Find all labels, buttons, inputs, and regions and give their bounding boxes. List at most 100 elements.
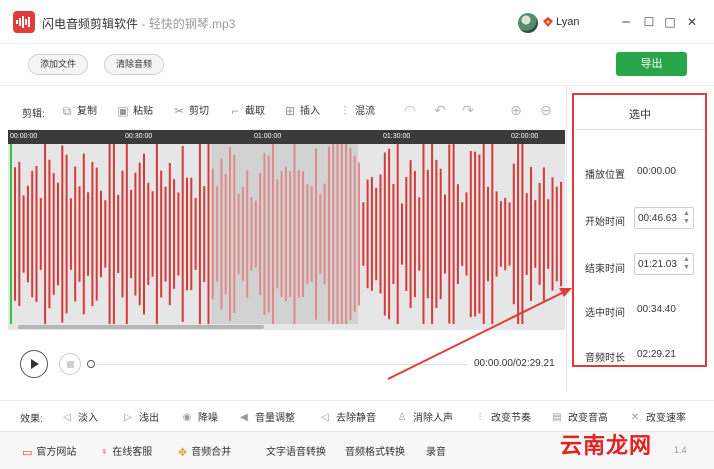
waveform-bar (336, 144, 339, 324)
copy-icon: ⧉ (62, 104, 72, 119)
progress-track[interactable] (97, 364, 467, 365)
undo-icon[interactable]: ↶ (432, 102, 448, 118)
mix-label: 混流 (355, 106, 375, 117)
tick-label: 00:30:00 (125, 133, 153, 140)
window-title: 闪电音频剪辑软件 - 轻快的钢琴.mp3 (42, 15, 235, 32)
waveform-bar (345, 144, 348, 324)
waveform-bar (48, 159, 51, 309)
waveform-bar (469, 151, 472, 318)
fade-out-label: 浅出 (139, 413, 159, 424)
format-convert-link[interactable]: 音频格式转换 (345, 443, 405, 458)
waveform-bar (302, 171, 305, 297)
record-link[interactable]: 录音 (426, 443, 446, 458)
waveform-bar (538, 183, 541, 285)
progress-handle[interactable] (87, 360, 95, 368)
export-button[interactable]: 导出 (616, 52, 687, 76)
mix-button[interactable]: ⫶ 混流 (338, 102, 375, 120)
end-time-label: 结束时间 (585, 264, 625, 275)
fade-out-button[interactable]: ▷ 浅出 (121, 409, 159, 424)
start-time-label: 开始时间 (585, 217, 625, 228)
waveform-bar (409, 160, 412, 308)
waveform-bar (327, 146, 330, 322)
audio-merge-link[interactable]: ✥ 音频合并 (178, 443, 231, 459)
waveform-scrollbar[interactable] (8, 324, 565, 330)
copy-button[interactable]: ⧉ 复制 (60, 102, 97, 120)
headphones-icon[interactable]: ◠ (402, 102, 418, 118)
vocal-remove-label: 消除人声 (413, 413, 453, 424)
waveform-bar (396, 144, 399, 324)
zoom-out-icon[interactable]: ⊖ (538, 102, 554, 118)
fade-in-button[interactable]: ◁ 淡入 (60, 409, 98, 424)
spinner-arrows-icon[interactable]: ▲ ▼ (682, 256, 691, 272)
clear-audio-button[interactable]: 清除音频 (104, 54, 165, 75)
pitch-label: 改变音高 (568, 413, 608, 424)
crop-button[interactable]: ⌐ 截取 (228, 102, 265, 120)
play-button[interactable] (20, 350, 48, 378)
waveform-bar (349, 147, 352, 320)
restore-button[interactable]: ☐ (641, 14, 657, 30)
vocal-remove-button[interactable]: ♙ 消除人声 (395, 409, 453, 424)
waveform-bar (69, 198, 72, 270)
start-time-field[interactable]: 00:46.63 ▲ ▼ (634, 207, 694, 229)
waveform-bar (362, 202, 365, 266)
speed-button[interactable]: ✕ 改变速率 (628, 409, 686, 424)
timeline-ruler[interactable]: 00:00:00 00:30:00 01:00:00 01:30:00 02:0… (8, 130, 565, 144)
audio-merge-label: 音频合并 (191, 447, 232, 458)
waveform-bar (35, 166, 38, 302)
waveform-bar (555, 186, 558, 282)
play-position-label: 播放位置 (585, 170, 625, 181)
volume-button[interactable]: ◀ 音量调整 (237, 409, 295, 424)
add-file-button[interactable]: 添加文件 (28, 54, 89, 75)
official-site-link[interactable]: ▭ 官方网站 (22, 443, 76, 459)
waveform-panel[interactable]: 00:00:00 00:30:00 01:00:00 01:30:00 02:0… (8, 130, 565, 330)
edit-toolbar: 剪辑: ⧉ 复制 ▣ 粘贴 ✂ 剪切 ⌐ 截取 ⊞ 插入 ⫶ 混流 ◠ ↶ ↷ ⊕ ⊖ (8, 92, 565, 130)
redo-icon[interactable]: ↷ (460, 102, 476, 118)
minimize-button[interactable]: ─ (618, 14, 634, 30)
duration-value: 02:29.21 (637, 349, 676, 360)
spinner-arrows-icon[interactable]: ▲ ▼ (682, 210, 691, 226)
fade-out-icon: ▷ (124, 412, 132, 424)
waveform-bar (323, 183, 326, 285)
denoise-button[interactable]: ◉ 降噪 (180, 409, 218, 424)
paste-button[interactable]: ▣ 粘贴 (116, 102, 153, 120)
waveform-bar (246, 170, 249, 298)
waveform-bar (173, 179, 176, 289)
waveform-bar (392, 184, 395, 284)
waveform-bar (495, 191, 498, 277)
maximize-button[interactable]: □ (662, 14, 678, 30)
waveform-bar (259, 173, 262, 295)
pitch-button[interactable]: ▤ 改变音高 (550, 409, 608, 424)
stop-button[interactable] (59, 353, 81, 375)
avatar[interactable] (518, 13, 538, 33)
waveform-bar (117, 194, 120, 273)
online-service-link[interactable]: ♀ 在线客服 (100, 443, 152, 458)
fade-in-label: 淡入 (78, 413, 98, 424)
remove-silence-button[interactable]: ◁ 去除静音 (318, 409, 376, 424)
waveform-bar (220, 158, 223, 310)
waveform-bar (517, 144, 520, 324)
waveform-bar (82, 153, 85, 315)
waveform-bar (14, 167, 16, 301)
username[interactable]: Lyan (556, 16, 579, 28)
playhead[interactable] (10, 144, 12, 324)
waveform-bar (422, 144, 425, 324)
waveform-bar (181, 146, 184, 322)
cut-button[interactable]: ✂ 剪切 (172, 102, 209, 120)
insert-button[interactable]: ⊞ 插入 (283, 102, 320, 120)
waveform-bar (478, 154, 481, 314)
waveform-bar (465, 192, 468, 276)
end-time-field[interactable]: 01:21.03 ▲ ▼ (634, 253, 694, 275)
close-button[interactable]: ✕ (684, 14, 700, 30)
waveform-bar (104, 200, 107, 268)
tts-link[interactable]: 文字语音转换 (266, 443, 326, 458)
zoom-in-icon[interactable]: ⊕ (508, 102, 524, 118)
watermark: 云南龙网 (560, 433, 653, 459)
scroll-thumb[interactable] (18, 325, 264, 329)
player-bar: 00:00.00/02:29.21 (8, 340, 565, 386)
waveform-bar (521, 144, 524, 324)
waveform-bar (530, 166, 532, 301)
waveform-bar (315, 148, 317, 320)
tempo-button[interactable]: ⫶ 改变节奏 (473, 409, 531, 424)
vocal-remove-icon: ♙ (397, 412, 407, 424)
waveform-bar (254, 200, 257, 268)
